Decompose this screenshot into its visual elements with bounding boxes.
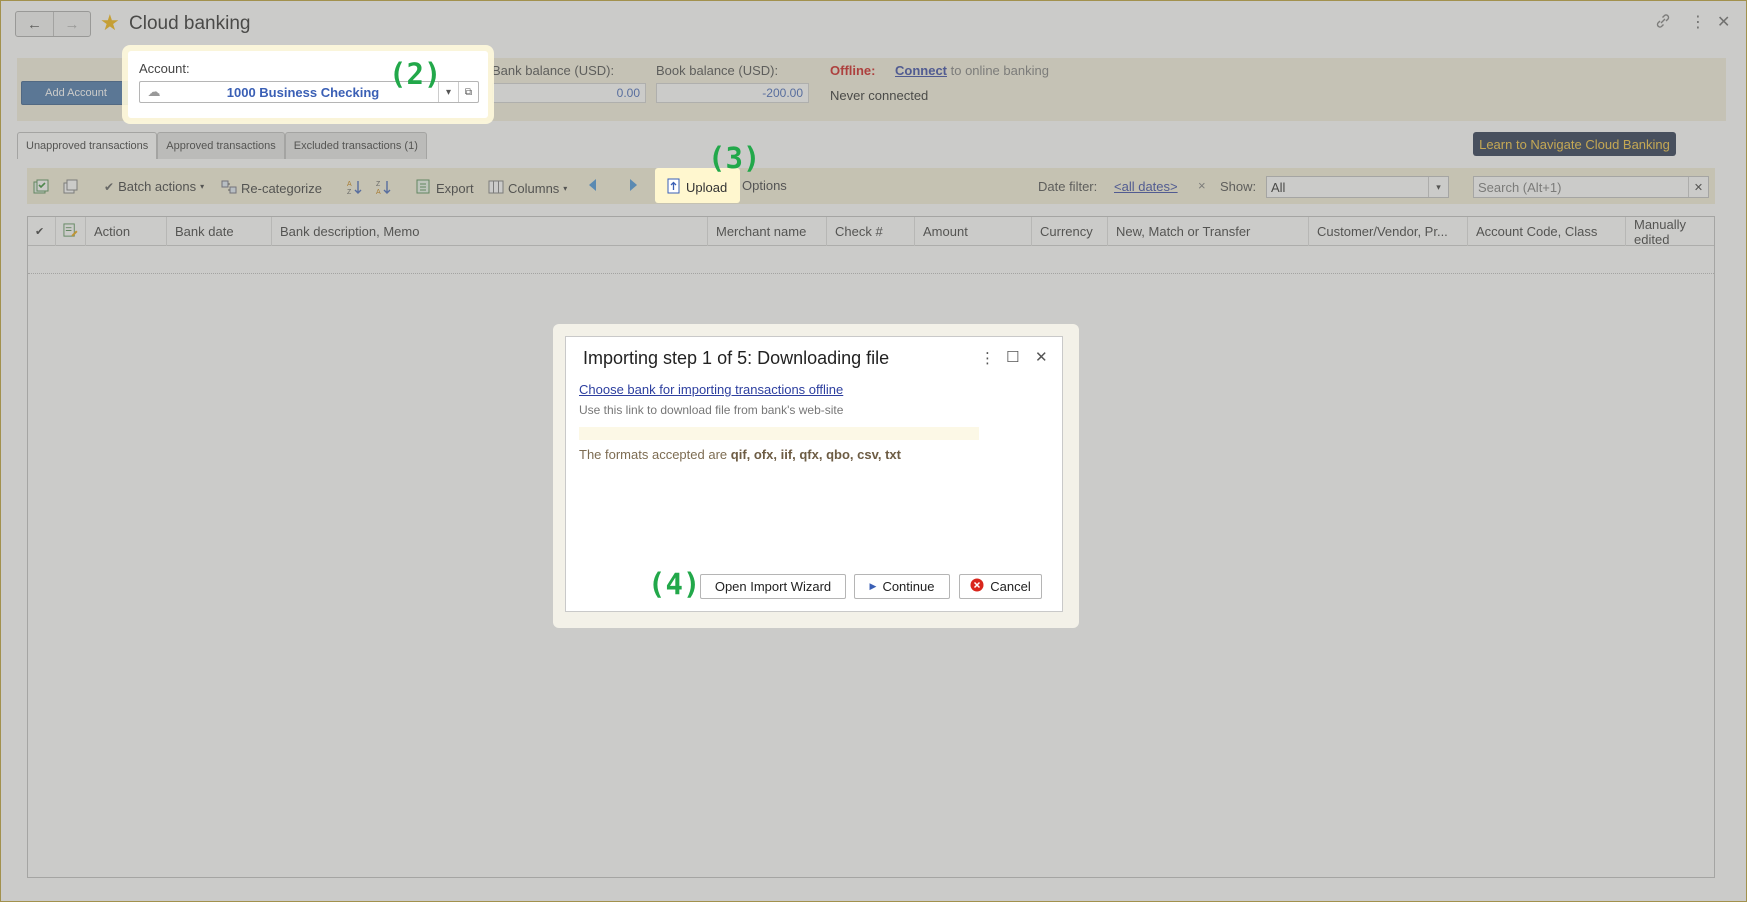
account-label: Account: bbox=[139, 61, 190, 76]
cancel-button[interactable]: Cancel bbox=[959, 574, 1042, 599]
play-icon: ▶ bbox=[869, 581, 877, 591]
info-strip bbox=[579, 427, 979, 440]
maximize-icon[interactable]: ☐ bbox=[1006, 348, 1019, 366]
continue-button[interactable]: ▶ Continue bbox=[854, 574, 950, 599]
dialog-title: Importing step 1 of 5: Downloading file bbox=[583, 348, 890, 368]
upload-icon bbox=[666, 178, 682, 197]
options-button[interactable]: Options bbox=[742, 178, 787, 193]
callout-4: (4) bbox=[648, 567, 701, 601]
upload-button[interactable]: Upload bbox=[666, 178, 727, 197]
formats-list: qif, ofx, iif, qfx, qbo, csv, txt bbox=[730, 447, 901, 462]
formats-prefix: The formats accepted are bbox=[579, 447, 728, 462]
continue-label: Continue bbox=[882, 579, 935, 594]
cancel-label: Cancel bbox=[990, 579, 1031, 594]
cloud-icon: ☁ bbox=[147, 84, 161, 99]
upload-label: Upload bbox=[686, 180, 728, 195]
more-vertical-icon[interactable]: ⋮ bbox=[980, 349, 995, 367]
choose-bank-link[interactable]: Choose bank for importing transactions o… bbox=[579, 382, 843, 397]
formats-text: The formats accepted are qif, ofx, iif, … bbox=[579, 447, 901, 462]
import-dialog: Importing step 1 of 5: Downloading file … bbox=[565, 336, 1063, 612]
open-window-icon[interactable]: ⧉ bbox=[458, 82, 478, 102]
callout-3: (3) bbox=[708, 141, 761, 175]
open-import-wizard-button[interactable]: Open Import Wizard bbox=[700, 574, 846, 599]
close-icon[interactable]: ✕ bbox=[1035, 348, 1048, 366]
cancel-icon bbox=[970, 578, 984, 595]
download-hint: Use this link to download file from bank… bbox=[579, 403, 844, 417]
callout-2: (2) bbox=[389, 57, 442, 91]
